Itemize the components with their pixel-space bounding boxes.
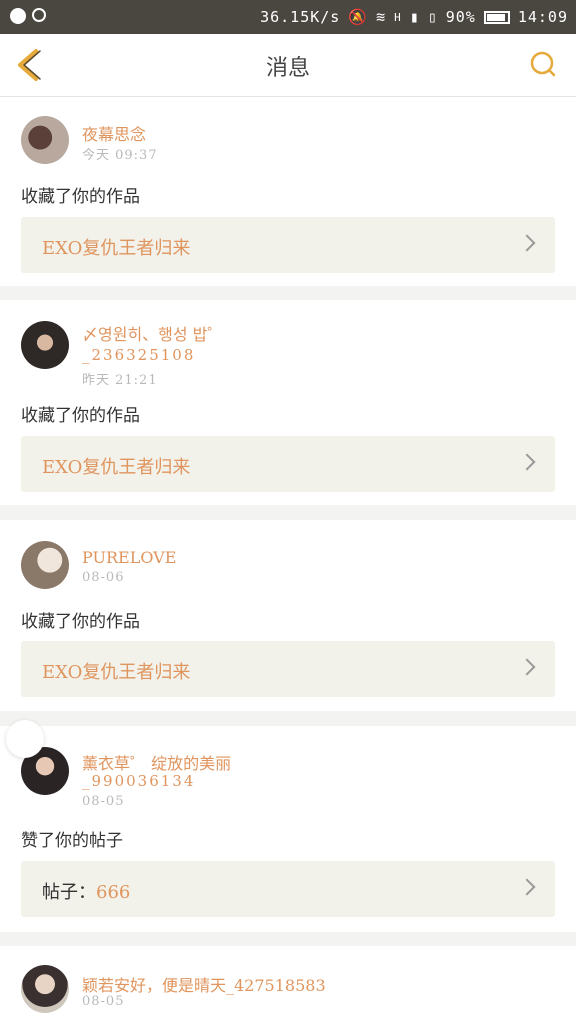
- message-time: 08-05: [82, 994, 125, 1009]
- chevron-right-icon: [518, 234, 536, 252]
- network-type: H: [394, 10, 402, 24]
- sender-name[interactable]: 〆영원히、행성 밥゜: [82, 321, 223, 345]
- status-bar: 36.15K/s 🔕 ≋ H ▮ ▯ 90% 14:09: [0, 0, 576, 34]
- page-title: 消息: [265, 56, 310, 81]
- wifi-icon: ≋: [376, 8, 387, 26]
- message-action: 收藏了你的作品: [21, 612, 140, 632]
- avatar[interactable]: [21, 541, 69, 589]
- post-label: 帖子：: [42, 882, 96, 903]
- clock: 14:09: [517, 8, 568, 26]
- sender-name[interactable]: 颖若安好，便是晴天_427518583: [82, 972, 326, 996]
- message-card[interactable]: 夜幕思念 今天 09:37 收藏了你的作品 EXO复仇王者归来: [0, 97, 576, 286]
- top-bar: 消息: [0, 34, 576, 97]
- wechat-notification-icon: [10, 8, 26, 24]
- referenced-work[interactable]: EXO复仇王者归来: [21, 641, 555, 697]
- battery-percent: 90%: [445, 8, 476, 26]
- network-speed: 36.15K/s: [260, 8, 341, 26]
- chevron-right-icon: [518, 658, 536, 676]
- post-content: 666: [96, 882, 131, 903]
- message-card[interactable]: 颖若安好，便是晴天_427518583 08-05: [0, 946, 576, 1024]
- sender-name[interactable]: 夜幕思念: [82, 121, 146, 145]
- message-time: 今天 09:37: [82, 148, 158, 163]
- sim-icon: ▯: [427, 8, 438, 26]
- avatar[interactable]: [21, 321, 69, 369]
- message-time: 08-05: [82, 794, 125, 809]
- referenced-post-title: 帖子：666: [42, 878, 130, 904]
- sender-id: _990036134: [82, 772, 196, 790]
- message-card[interactable]: 薰衣草゜ 绽放的美丽 _990036134 08-05 赞了你的帖子 帖子：66…: [0, 726, 576, 932]
- message-action: 收藏了你的作品: [21, 406, 140, 426]
- referenced-work[interactable]: EXO复仇王者归来: [21, 436, 555, 492]
- chevron-right-icon: [518, 878, 536, 896]
- referenced-work[interactable]: EXO复仇王者归来: [21, 217, 555, 273]
- message-time: 08-06: [82, 570, 125, 585]
- message-notification-icon: [32, 8, 46, 22]
- battery-icon: [483, 10, 510, 24]
- referenced-work-title: EXO复仇王者归来: [42, 662, 191, 683]
- referenced-work-title: EXO复仇王者归来: [42, 457, 191, 478]
- referenced-post[interactable]: 帖子：666: [21, 861, 555, 917]
- mute-icon: 🔕: [348, 8, 369, 26]
- search-icon[interactable]: [530, 51, 556, 77]
- sender-name[interactable]: PURELOVE: [82, 548, 176, 567]
- avatar[interactable]: [21, 116, 69, 164]
- floating-assist-button[interactable]: [6, 720, 44, 758]
- message-card[interactable]: 〆영원히、행성 밥゜ _236325108 昨天 21:21 收藏了你的作品 E…: [0, 300, 576, 505]
- sender-name[interactable]: 薰衣草゜ 绽放的美丽: [82, 750, 231, 774]
- avatar[interactable]: [21, 965, 69, 1013]
- sender-id: _236325108: [82, 346, 196, 364]
- message-card[interactable]: PURELOVE 08-06 收藏了你的作品 EXO复仇王者归来: [0, 520, 576, 711]
- message-time: 昨天 21:21: [82, 373, 158, 388]
- signal-icon: ▮: [409, 8, 420, 26]
- message-action: 赞了你的帖子: [21, 831, 123, 851]
- referenced-work-title: EXO复仇王者归来: [42, 238, 191, 259]
- chevron-right-icon: [518, 453, 536, 471]
- message-action: 收藏了你的作品: [21, 187, 140, 207]
